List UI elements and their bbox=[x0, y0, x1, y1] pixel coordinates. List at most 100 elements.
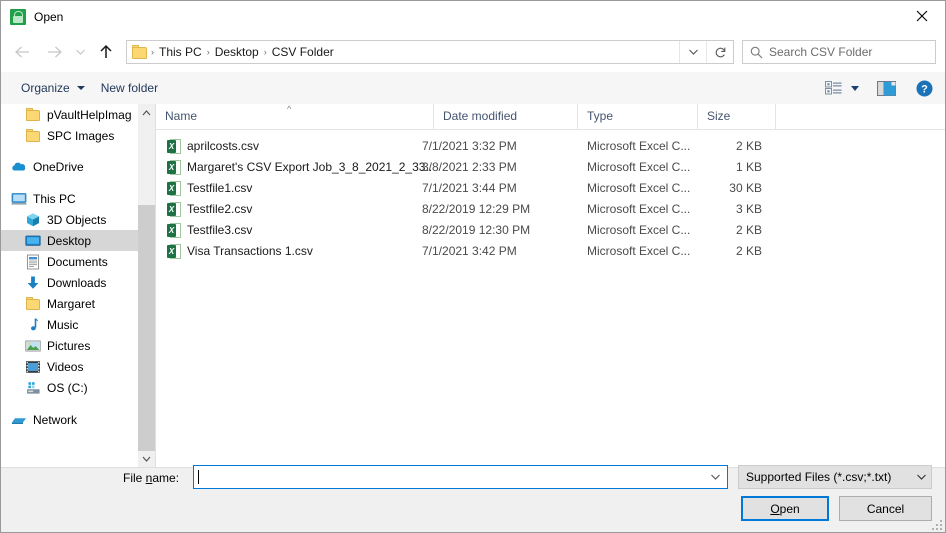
open-label-post: pen bbox=[779, 501, 800, 516]
file-date-modified: 8/22/2019 12:29 PM bbox=[422, 202, 531, 216]
onedrive-icon bbox=[11, 159, 27, 175]
back-arrow-icon[interactable] bbox=[9, 39, 35, 65]
column-header-name[interactable]: ^ Name bbox=[156, 104, 434, 129]
open-button-label: Open bbox=[770, 502, 799, 516]
sidebar-item-documents[interactable]: Documents bbox=[1, 251, 138, 272]
command-bar-right-group: ? bbox=[825, 80, 933, 97]
file-type-filter-dropdown[interactable]: Supported Files (*.csv;*.txt) bbox=[738, 465, 932, 489]
desktop-icon bbox=[25, 233, 41, 249]
table-row[interactable]: X Margaret's CSV Export Job_3_8_2021_2_3… bbox=[156, 157, 945, 178]
address-bar[interactable]: › This PC › Desktop › CSV Folder bbox=[126, 40, 734, 64]
file-size: 2 KB bbox=[735, 139, 762, 153]
file-name-input[interactable] bbox=[193, 465, 728, 489]
sidebar-item-pvaulthelpimag[interactable]: pVaultHelpImag bbox=[1, 104, 138, 125]
sidebar-item-network[interactable]: Network bbox=[1, 409, 138, 430]
chevron-down-icon[interactable] bbox=[851, 85, 859, 91]
file-type-filter-value: Supported Files (*.csv;*.txt) bbox=[746, 470, 892, 484]
organize-button[interactable]: Organize bbox=[13, 76, 93, 100]
sidebar-item-label: This PC bbox=[33, 191, 76, 206]
sidebar-item-onedrive[interactable]: OneDrive bbox=[1, 156, 138, 177]
resize-grip[interactable] bbox=[930, 518, 942, 530]
column-header-type[interactable]: Type bbox=[578, 104, 698, 129]
sidebar-item-downloads[interactable]: Downloads bbox=[1, 272, 138, 293]
new-folder-label: New folder bbox=[100, 81, 159, 95]
command-bar: Organize New folder ? bbox=[1, 72, 945, 105]
videos-icon bbox=[25, 359, 41, 375]
documents-icon bbox=[25, 254, 41, 270]
scroll-up-icon[interactable] bbox=[138, 104, 155, 121]
breadcrumb-desktop[interactable]: Desktop bbox=[211, 41, 263, 63]
sidebar-item-label: 3D Objects bbox=[47, 212, 107, 227]
sidebar-item-desktop[interactable]: Desktop bbox=[1, 230, 138, 251]
pictures-icon bbox=[25, 338, 41, 354]
table-row[interactable]: X Testfile2.csv 8/22/2019 12:29 PM Micro… bbox=[156, 199, 945, 220]
up-arrow-icon[interactable] bbox=[93, 39, 119, 65]
file-name: Testfile1.csv bbox=[187, 181, 253, 195]
sidebar-item-label: Music bbox=[47, 317, 79, 332]
recent-locations-chevron-icon[interactable] bbox=[71, 39, 89, 65]
organize-label: Organize bbox=[21, 81, 70, 95]
this-pc-icon bbox=[11, 191, 27, 207]
column-header-label: Date modified bbox=[443, 109, 518, 123]
preview-pane-icon[interactable] bbox=[877, 80, 896, 96]
table-row[interactable]: X aprilcosts.csv 7/1/2021 3:32 PM Micros… bbox=[156, 136, 945, 157]
close-icon[interactable] bbox=[899, 1, 945, 31]
excel-csv-icon: X bbox=[167, 160, 181, 175]
new-folder-button[interactable]: New folder bbox=[93, 76, 166, 100]
navigation-pane-scrollbar[interactable] bbox=[138, 104, 155, 467]
sidebar-item-music[interactable]: Music bbox=[1, 314, 138, 335]
breadcrumb-csv-folder[interactable]: CSV Folder bbox=[268, 41, 338, 63]
file-date-modified: 7/1/2021 3:32 PM bbox=[422, 139, 517, 153]
sort-ascending-icon: ^ bbox=[287, 104, 292, 114]
file-size: 2 KB bbox=[735, 244, 762, 258]
sidebar-item-3d-objects[interactable]: 3D Objects bbox=[1, 209, 138, 230]
search-box[interactable]: Search CSV Folder bbox=[742, 40, 936, 64]
navigation-bar: › This PC › Desktop › CSV Folder Search … bbox=[1, 32, 945, 72]
sidebar-item-this-pc[interactable]: This PC bbox=[1, 188, 138, 209]
svg-text:?: ? bbox=[921, 83, 928, 95]
search-input[interactable]: Search CSV Folder bbox=[769, 41, 872, 63]
network-icon bbox=[11, 412, 27, 428]
help-icon[interactable]: ? bbox=[916, 80, 933, 97]
sidebar-item-label: Desktop bbox=[47, 233, 92, 248]
forward-arrow-icon[interactable] bbox=[41, 39, 67, 65]
sidebar-item-spc-images[interactable]: SPC Images bbox=[1, 125, 138, 146]
sidebar-item-videos[interactable]: Videos bbox=[1, 356, 138, 377]
sidebar-item-label: Downloads bbox=[47, 275, 107, 290]
sidebar-item-margaret[interactable]: Margaret bbox=[1, 293, 138, 314]
table-row[interactable]: X Visa Transactions 1.csv 7/1/2021 3:42 … bbox=[156, 241, 945, 262]
column-header-size[interactable]: Size bbox=[698, 104, 776, 129]
file-name: aprilcosts.csv bbox=[187, 139, 260, 153]
excel-csv-icon: X bbox=[167, 202, 181, 217]
column-header-label: Name bbox=[165, 109, 198, 123]
cancel-button[interactable]: Cancel bbox=[839, 496, 932, 521]
table-row[interactable]: X Testfile1.csv 7/1/2021 3:44 PM Microso… bbox=[156, 178, 945, 199]
sidebar-item-pictures[interactable]: Pictures bbox=[1, 335, 138, 356]
scroll-down-icon[interactable] bbox=[138, 450, 155, 467]
file-name-label-pre: File bbox=[123, 471, 146, 485]
scrollbar-thumb[interactable] bbox=[138, 205, 155, 451]
file-name: Testfile3.csv bbox=[187, 223, 253, 237]
file-list: ^ Name Date modified Type Size X aprilco… bbox=[156, 104, 945, 467]
chevron-down-icon bbox=[911, 473, 931, 481]
file-size: 30 KB bbox=[729, 181, 762, 195]
sidebar-item-label: SPC Images bbox=[47, 128, 115, 143]
file-size: 3 KB bbox=[735, 202, 762, 216]
dialog-body: pVaultHelpImag SPC Images OneDrive This … bbox=[1, 104, 945, 467]
folder-icon bbox=[25, 128, 41, 144]
chevron-down-icon[interactable] bbox=[679, 41, 706, 63]
sidebar-item-label: Pictures bbox=[47, 338, 91, 353]
column-header-date-modified[interactable]: Date modified bbox=[434, 104, 578, 129]
open-button[interactable]: Open bbox=[741, 496, 829, 521]
navigation-pane: pVaultHelpImag SPC Images OneDrive This … bbox=[1, 104, 138, 467]
chevron-down-icon[interactable] bbox=[706, 466, 724, 488]
column-header-label: Size bbox=[707, 109, 731, 123]
view-layout-icon[interactable] bbox=[825, 81, 842, 95]
table-row[interactable]: X Testfile3.csv 8/22/2019 12:30 PM Micro… bbox=[156, 220, 945, 241]
sidebar-item-label: Documents bbox=[47, 254, 108, 269]
file-name-label: File name: bbox=[123, 470, 179, 486]
file-date-modified: 7/1/2021 3:42 PM bbox=[422, 244, 517, 258]
sidebar-item-os-c[interactable]: OS (C:) bbox=[1, 377, 138, 398]
refresh-icon[interactable] bbox=[706, 41, 733, 63]
breadcrumb-this-pc[interactable]: This PC bbox=[155, 41, 206, 63]
